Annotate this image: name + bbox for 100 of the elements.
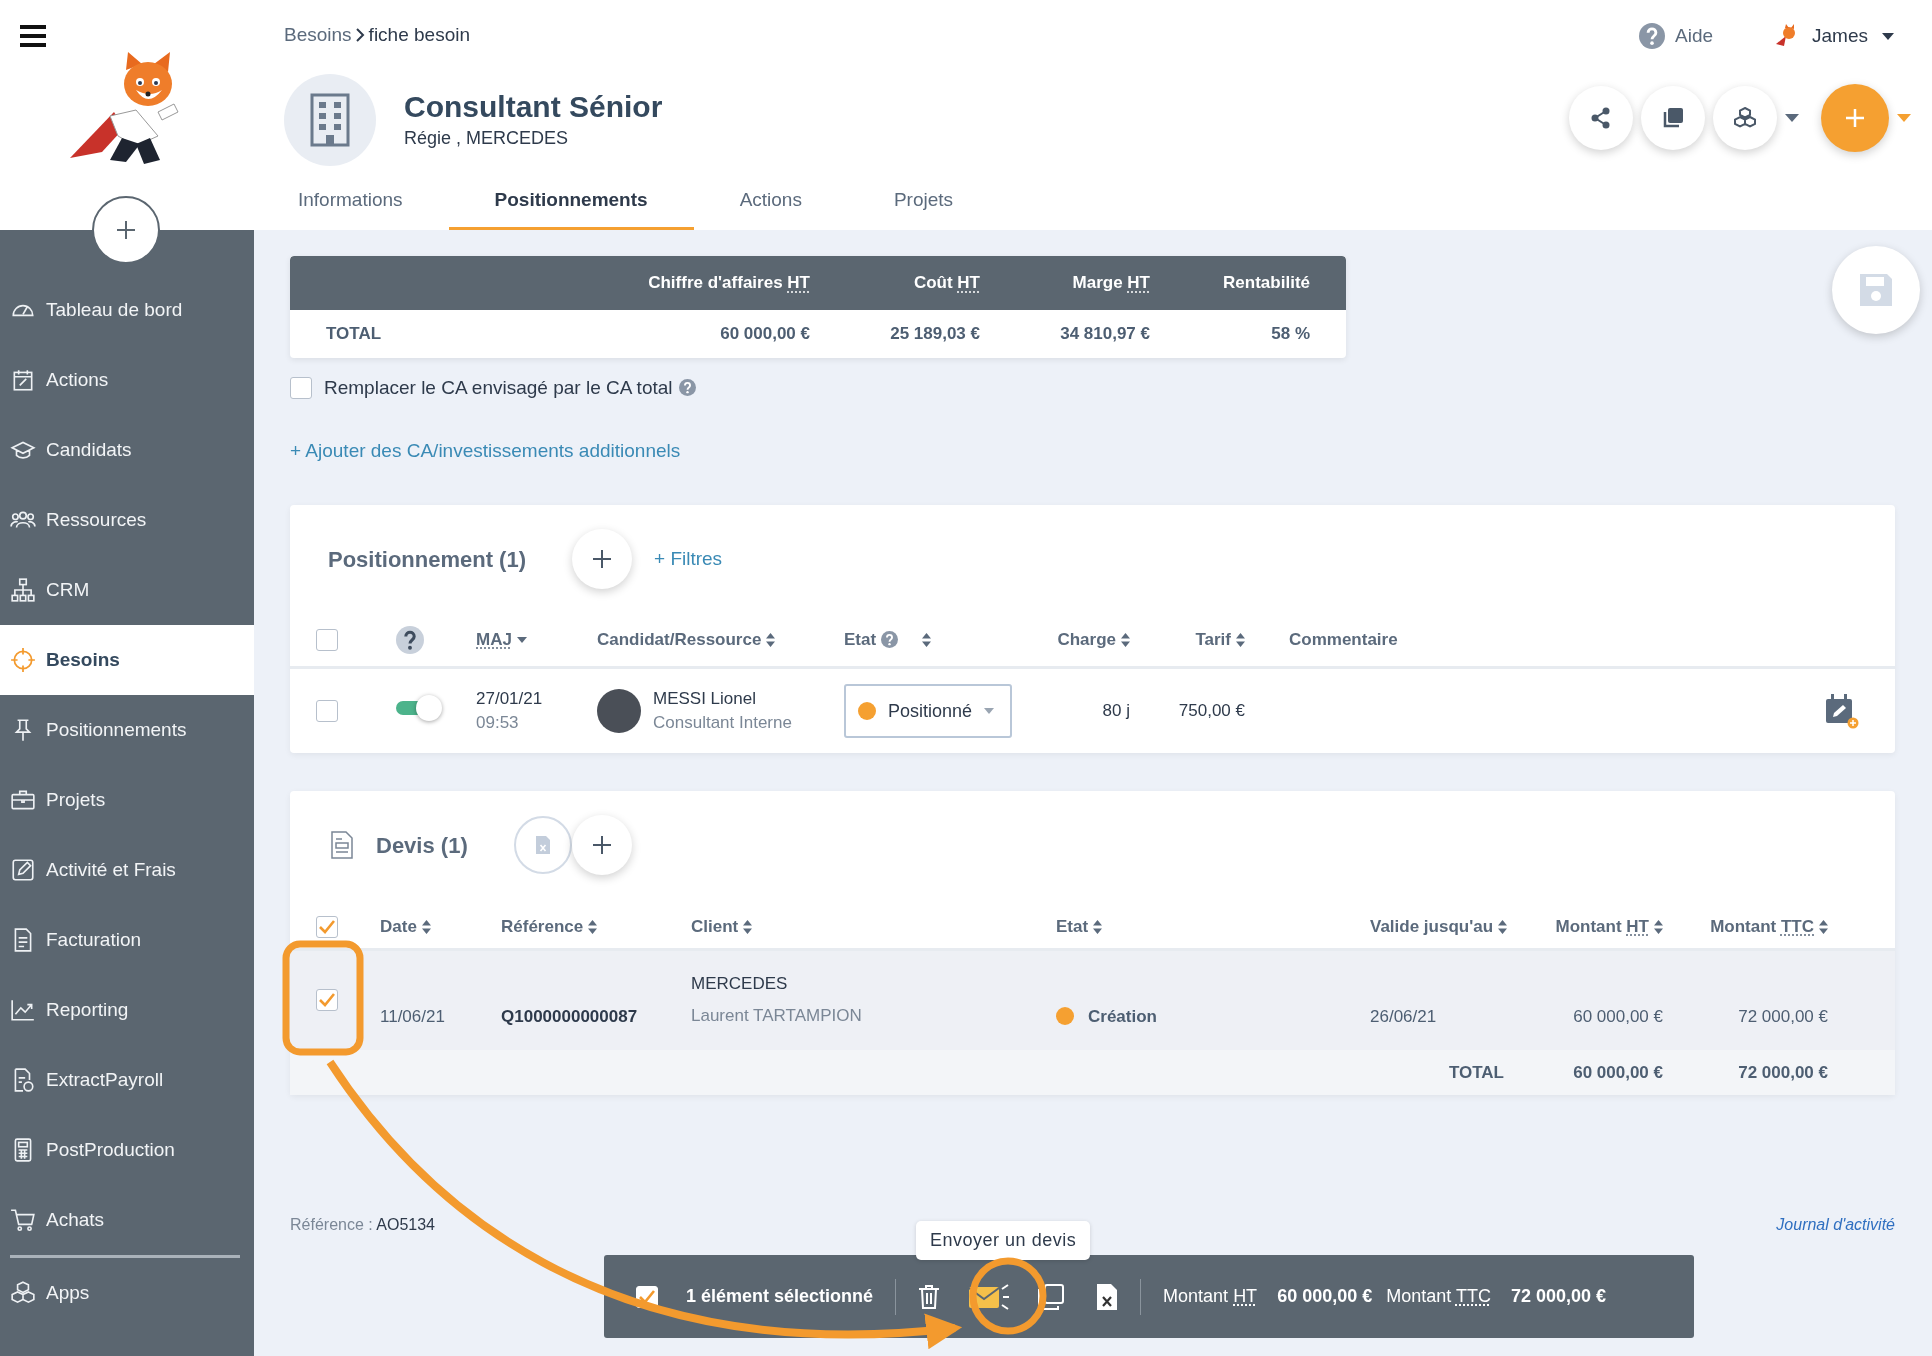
user-menu[interactable]: James <box>1812 22 1894 51</box>
column-header[interactable]: Tarif <box>1195 626 1231 653</box>
tab[interactable]: Informations <box>284 174 449 230</box>
share-button[interactable] <box>1569 86 1633 150</box>
filters-link[interactable]: + Filtres <box>654 544 723 574</box>
sort-descending-icon[interactable] <box>516 636 527 643</box>
client-name: MERCEDES <box>691 973 789 995</box>
sort-icon[interactable] <box>421 919 431 934</box>
column-header[interactable]: Etat <box>844 626 877 653</box>
add-revenue-link[interactable]: + Ajouter des CA/investissements additionnels <box>290 439 681 461</box>
sidebar-item[interactable]: CRM <box>0 555 254 625</box>
column-header: Chiffre d'affaires HT <box>647 272 810 295</box>
sidebar-item[interactable]: Activité et Frais <box>0 835 254 905</box>
column-header[interactable]: Charge <box>1057 626 1116 653</box>
checkbox[interactable] <box>316 628 338 651</box>
row-label: TOTAL <box>325 323 383 346</box>
checkmark-icon <box>639 1289 655 1304</box>
total-label: TOTAL <box>1447 1061 1505 1084</box>
caret-icon[interactable] <box>1785 114 1799 122</box>
table-cell-text: 60 000,00 € <box>719 323 810 346</box>
column-header[interactable]: Montant HT <box>1555 914 1649 940</box>
sort-icon[interactable] <box>1236 632 1245 647</box>
column-header: Rentabilité <box>1222 272 1310 295</box>
checkbox[interactable] <box>316 989 338 1012</box>
column-header[interactable]: Référence <box>501 914 584 940</box>
sort-icon[interactable] <box>1498 919 1508 934</box>
share-icon <box>1591 107 1611 129</box>
sidebar-item[interactable]: Actions <box>0 345 254 415</box>
org-chart-icon <box>10 577 36 603</box>
crosshair-icon <box>10 647 36 673</box>
reference-label: Référence : <box>290 1216 373 1233</box>
fox-icon <box>1774 24 1798 49</box>
column-header[interactable]: Client <box>691 914 739 940</box>
sort-icon[interactable] <box>588 919 598 934</box>
help-icon[interactable] <box>396 625 424 654</box>
help-link[interactable]: Aide <box>1675 22 1714 51</box>
sidebar-item[interactable]: Besoins <box>0 625 254 695</box>
cubes-icon <box>10 1280 36 1306</box>
sort-icon[interactable] <box>1819 919 1828 934</box>
state-dropdown[interactable]: Positionné <box>844 684 1012 738</box>
column-header[interactable]: Candidat/Ressource <box>597 626 762 653</box>
tab[interactable]: Actions <box>693 174 848 230</box>
calendar-edit-icon[interactable] <box>1825 693 1859 729</box>
selection-count: 1 élément sélectionné <box>686 1285 874 1308</box>
envelope-icon[interactable] <box>968 1282 1011 1311</box>
column-header: Marge HT <box>1071 272 1150 295</box>
toggle-switch[interactable] <box>396 695 444 720</box>
column-header[interactable]: MAJ <box>476 626 512 653</box>
sort-icon[interactable] <box>743 919 753 934</box>
sidebar-item[interactable]: Achats <box>0 1185 254 1255</box>
sidebar-item[interactable]: Facturation <box>0 905 254 975</box>
cubes-button[interactable] <box>1713 86 1777 150</box>
sidebar-item[interactable]: Candidats <box>0 415 254 485</box>
table-cell-text: 750,00 € <box>1177 700 1245 723</box>
cubes-icon <box>1733 107 1757 129</box>
column-header[interactable]: Etat <box>1056 914 1089 940</box>
checkmark-icon <box>319 993 335 1008</box>
plus-icon <box>593 550 611 568</box>
sidebar-item[interactable]: ExtractPayroll <box>0 1045 254 1115</box>
trash-icon[interactable] <box>918 1283 941 1310</box>
date-text: 27/01/21 <box>476 688 544 711</box>
chart-icon <box>10 997 36 1023</box>
column-header[interactable]: Date <box>380 914 417 940</box>
page-title: Consultant Sénior <box>404 88 663 125</box>
column-header[interactable]: Commentaire <box>1289 626 1398 653</box>
sort-icon[interactable] <box>1093 919 1103 934</box>
table-cell-text: 60 000,00 € <box>1572 1005 1663 1028</box>
column-header[interactable]: Montant TTC <box>1710 914 1814 940</box>
copy-icon[interactable] <box>1038 1283 1065 1310</box>
breadcrumb-link[interactable]: Besoins <box>284 20 352 50</box>
sidebar-item[interactable]: Positionnements <box>0 695 254 765</box>
checkbox[interactable] <box>316 915 338 938</box>
sort-icon[interactable] <box>1654 919 1663 934</box>
table-cell-text: 72 000,00 € <box>1737 1005 1828 1028</box>
checkbox[interactable] <box>316 700 338 722</box>
sidebar-item[interactable]: Ressources <box>0 485 254 555</box>
sidebar-item[interactable]: Tableau de bord <box>0 275 254 345</box>
reference-value: AO5134 <box>376 1216 435 1233</box>
sidebar-item[interactable]: PostProduction <box>0 1115 254 1185</box>
amount-label: Montant HT <box>1163 1285 1258 1308</box>
sidebar-item[interactable]: Reporting <box>0 975 254 1045</box>
sort-icon[interactable] <box>922 632 932 647</box>
sort-icon[interactable] <box>1121 632 1130 647</box>
column-header[interactable]: Valide jusqu'au <box>1370 914 1494 940</box>
copy-icon <box>1662 107 1684 129</box>
checkbox[interactable] <box>290 377 312 400</box>
cart-icon <box>10 1207 36 1233</box>
sidebar-item[interactable]: Projets <box>0 765 254 835</box>
duplicate-button[interactable] <box>1641 86 1705 150</box>
section-title: Positionnement (1) <box>328 545 526 574</box>
tab[interactable]: Positionnements <box>448 174 694 230</box>
amount-value: 72 000,00 € <box>1510 1285 1607 1308</box>
tab[interactable]: Projets <box>847 174 1000 230</box>
sort-icon[interactable] <box>766 632 776 647</box>
table-cell-text: 80 j <box>1101 700 1130 723</box>
excel-file-icon[interactable] <box>1096 1282 1119 1311</box>
activity-log-link[interactable]: Journal d'activité <box>1776 1213 1895 1237</box>
amount-value: 60 000,00 € <box>1277 1285 1373 1308</box>
sidebar-item[interactable]: Apps <box>0 1258 254 1328</box>
menu-icon[interactable] <box>20 24 46 47</box>
